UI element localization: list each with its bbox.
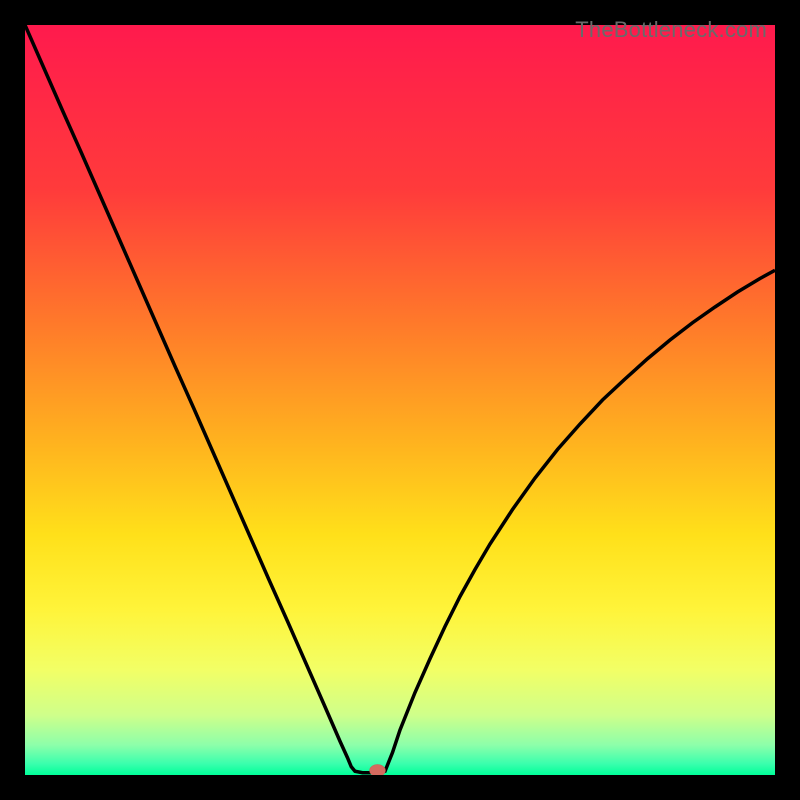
optimal-point-marker bbox=[370, 765, 386, 776]
chart-frame: TheBottleneck.com bbox=[15, 15, 785, 785]
chart-svg bbox=[25, 25, 775, 775]
chart-background bbox=[25, 25, 775, 775]
watermark-text: TheBottleneck.com bbox=[575, 17, 767, 43]
chart-plot-area bbox=[25, 25, 775, 775]
